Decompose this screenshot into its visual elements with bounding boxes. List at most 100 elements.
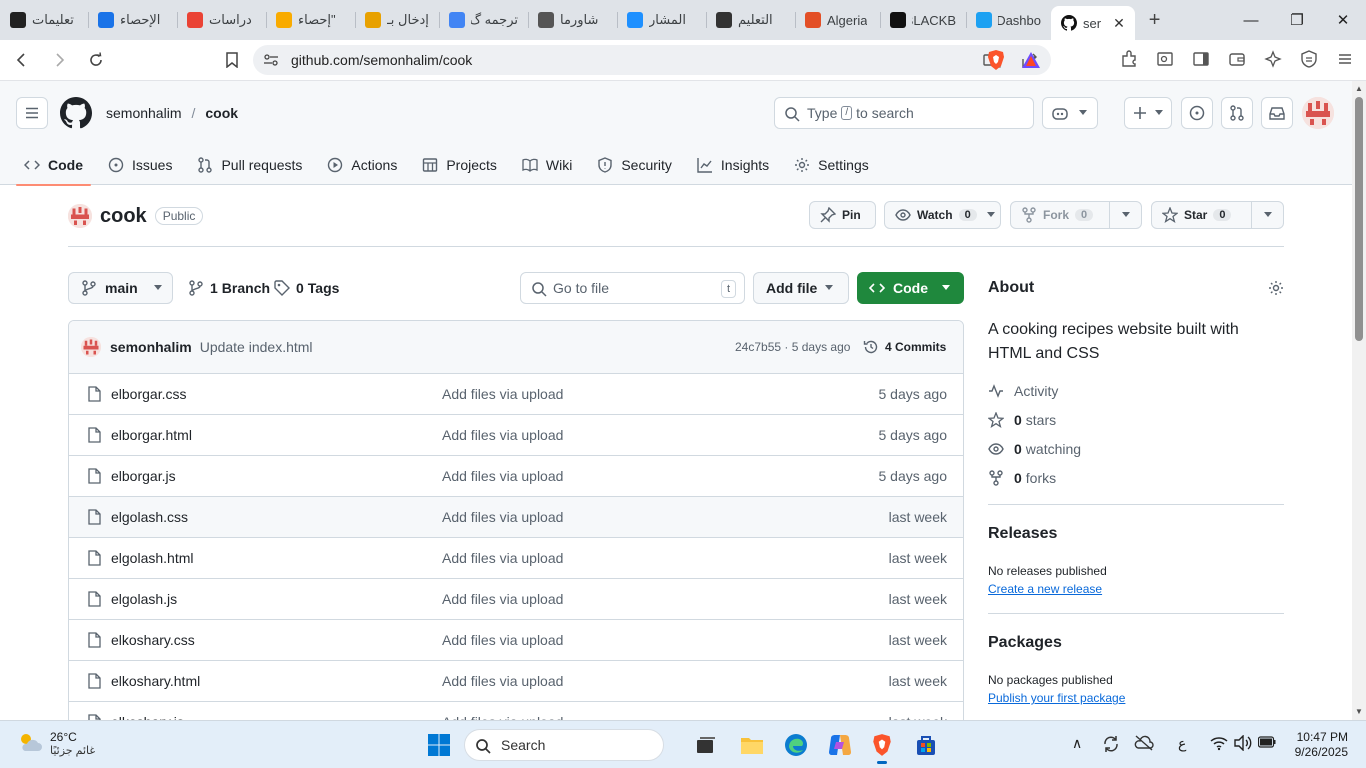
file-name-link[interactable]: elgolash.css xyxy=(111,509,188,525)
menu-icon[interactable] xyxy=(1334,48,1356,70)
minimize-button[interactable]: — xyxy=(1228,0,1274,40)
open-global-navigation-button[interactable] xyxy=(16,97,48,129)
tab-projects[interactable]: Projects xyxy=(414,145,505,185)
tags-link[interactable]: 0 Tags xyxy=(274,280,339,296)
user-avatar[interactable] xyxy=(1302,97,1334,129)
fork-button[interactable]: Fork 0 xyxy=(1010,201,1142,229)
commit-author-avatar[interactable] xyxy=(81,337,101,357)
extensions-icon[interactable] xyxy=(1118,48,1140,70)
file-commit-message[interactable]: Add files via upload xyxy=(442,509,563,525)
browser-tab[interactable]: شاورما xyxy=(528,0,617,40)
watchers-link[interactable]: 0 watching xyxy=(988,441,1081,457)
edge-button[interactable] xyxy=(782,731,810,759)
pin-button[interactable]: Pin xyxy=(809,201,876,229)
brave-browser-button[interactable] xyxy=(868,731,896,764)
table-row[interactable]: elgolash.js Add files via upload last week xyxy=(69,579,963,620)
commits-history-link[interactable]: 4 Commits xyxy=(863,339,946,355)
commit-author[interactable]: semonhalim xyxy=(110,339,192,355)
table-row[interactable]: elkoshary.html Add files via upload last w… xyxy=(69,661,963,702)
commit-message[interactable]: Update index.html xyxy=(200,339,313,355)
code-clone-button[interactable]: Code xyxy=(857,272,964,304)
tab-insights[interactable]: Insights xyxy=(689,145,777,185)
stars-link[interactable]: 0 stars xyxy=(988,412,1056,428)
tab-settings[interactable]: Settings xyxy=(786,145,877,185)
close-tab-icon[interactable]: ✕ xyxy=(1113,15,1125,32)
browser-tab[interactable]: المشار xyxy=(617,0,706,40)
watch-button[interactable]: Watch 0 xyxy=(884,201,1001,229)
forks-link[interactable]: 0 forks xyxy=(988,470,1056,486)
wifi-icon[interactable] xyxy=(1210,735,1228,754)
star-button[interactable]: Star 0 xyxy=(1151,201,1284,229)
close-window-button[interactable]: ✕ xyxy=(1320,0,1366,40)
file-commit-message[interactable]: Add files via upload xyxy=(442,632,563,648)
brave-shields-icon[interactable] xyxy=(986,49,1006,74)
table-row[interactable]: elgolash.css Add files via upload last wee… xyxy=(69,497,963,538)
reload-button[interactable] xyxy=(81,45,111,75)
branch-selector[interactable]: main xyxy=(68,272,173,304)
file-commit-message[interactable]: Add files via upload xyxy=(442,427,563,443)
fork-dropdown[interactable] xyxy=(1109,202,1141,228)
owner-avatar[interactable] xyxy=(68,204,92,228)
file-name-link[interactable]: elborgar.css xyxy=(111,386,186,402)
gear-icon[interactable] xyxy=(1268,280,1284,296)
forward-button[interactable] xyxy=(44,45,74,75)
file-commit-message[interactable]: Add files via upload xyxy=(442,468,563,484)
file-name-link[interactable]: elgolash.js xyxy=(111,591,177,607)
onedrive-icon[interactable] xyxy=(1134,735,1154,754)
table-row[interactable]: elgolash.html Add files via upload last we… xyxy=(69,538,963,579)
browser-tab[interactable]: BLACKB xyxy=(880,0,966,40)
browser-tab[interactable]: تعليمات xyxy=(0,0,88,40)
star-list-dropdown[interactable] xyxy=(1251,202,1283,228)
your-pull-requests-button[interactable] xyxy=(1221,97,1253,129)
file-name-link[interactable]: elborgar.html xyxy=(111,427,192,443)
file-commit-message[interactable]: Add files via upload xyxy=(442,550,563,566)
tab-actions[interactable]: Actions xyxy=(319,145,405,185)
tab-issues[interactable]: Issues xyxy=(100,145,180,185)
table-row[interactable]: elborgar.js Add files via upload 5 days ag… xyxy=(69,456,963,497)
browser-tab[interactable]: ترجمه گ xyxy=(439,0,528,40)
input-language[interactable]: ع xyxy=(1178,735,1186,752)
scroll-up-icon[interactable]: ▲ xyxy=(1355,84,1363,93)
file-explorer-button[interactable] xyxy=(738,731,766,759)
reading-list-icon[interactable] xyxy=(1154,48,1176,70)
file-commit-message[interactable]: Add files via upload xyxy=(442,386,563,402)
system-clock[interactable]: 10:47 PM 9/26/2025 xyxy=(1295,730,1348,760)
wallet-icon[interactable] xyxy=(1226,48,1248,70)
packages-heading[interactable]: Packages xyxy=(988,634,1062,652)
taskbar-search[interactable]: Search xyxy=(464,729,664,761)
volume-icon[interactable] xyxy=(1234,734,1252,754)
new-tab-button[interactable]: + xyxy=(1135,9,1175,32)
file-commit-message[interactable]: Add files via upload xyxy=(442,673,563,689)
repo-name[interactable]: cook xyxy=(100,205,147,228)
show-hidden-icons[interactable]: ∧ xyxy=(1072,735,1082,752)
brave-rewards-icon[interactable] xyxy=(1021,51,1041,72)
site-settings-icon[interactable] xyxy=(263,52,279,68)
address-bar[interactable]: github.com/semonhalim/cook xyxy=(253,45,1051,75)
maximize-button[interactable]: ❐ xyxy=(1274,0,1320,40)
browser-tab[interactable]: التعليم xyxy=(706,0,795,40)
browser-tab[interactable]: Algeria xyxy=(795,0,880,40)
battery-icon[interactable] xyxy=(1257,735,1276,751)
tab-wiki[interactable]: Wiki xyxy=(514,145,580,185)
file-commit-message[interactable]: Add files via upload xyxy=(442,591,563,607)
back-button[interactable] xyxy=(7,45,37,75)
breadcrumb-owner-link[interactable]: semonhalim xyxy=(106,105,181,121)
your-issues-button[interactable] xyxy=(1181,97,1213,129)
tab-code[interactable]: Code xyxy=(16,145,91,186)
watch-dropdown[interactable] xyxy=(983,202,1000,228)
table-row[interactable]: elkoshary.css Add files via upload last we… xyxy=(69,620,963,661)
go-to-file-input[interactable]: Go to file t xyxy=(520,272,745,304)
sync-icon[interactable] xyxy=(1102,735,1120,756)
tab-pull-requests[interactable]: Pull requests xyxy=(189,145,310,185)
leo-ai-icon[interactable] xyxy=(1262,48,1284,70)
branches-link[interactable]: 1 Branch xyxy=(188,280,270,296)
browser-tab-active[interactable]: ser ✕ xyxy=(1051,6,1135,40)
bookmark-button[interactable] xyxy=(217,45,247,75)
copilot-app-button[interactable] xyxy=(826,731,854,759)
sidebar-icon[interactable] xyxy=(1190,48,1212,70)
table-row[interactable]: elborgar.css Add files via upload 5 days a… xyxy=(69,374,963,415)
file-name-link[interactable]: elgolash.html xyxy=(111,550,194,566)
browser-tab[interactable]: Dashbo xyxy=(966,0,1051,40)
browser-tab[interactable]: الإحصاء xyxy=(88,0,177,40)
table-row[interactable]: elborgar.html Add files via upload 5 days … xyxy=(69,415,963,456)
